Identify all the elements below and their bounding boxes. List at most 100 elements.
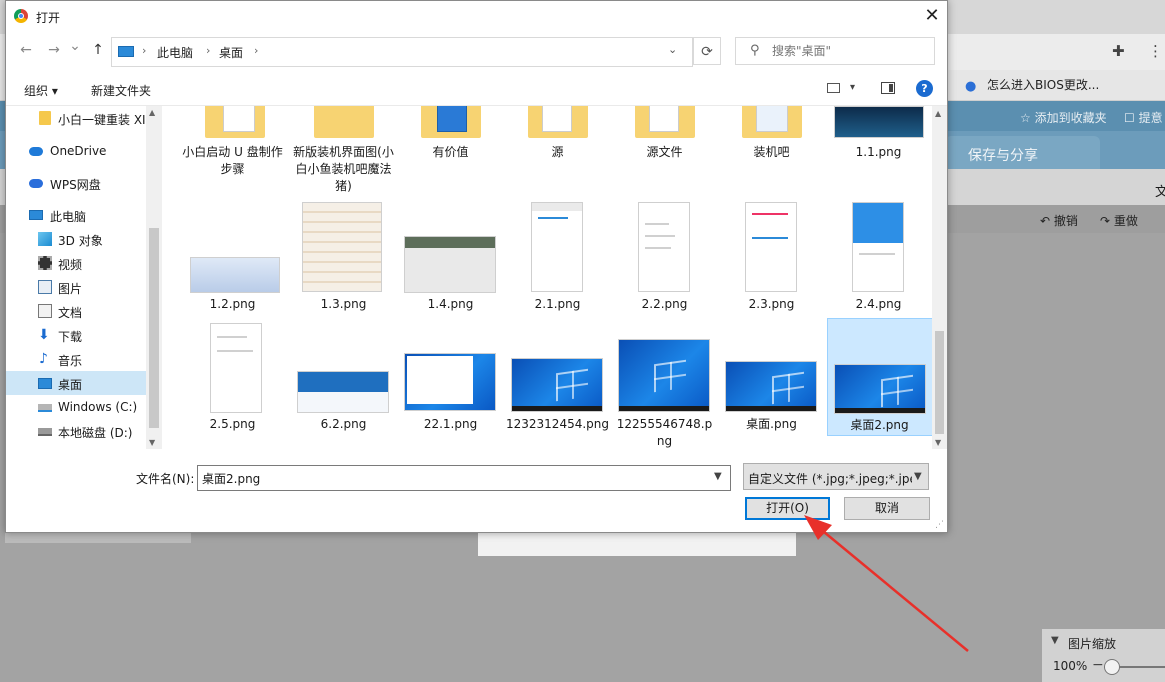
documents-icon [38, 304, 52, 318]
filename-label: 文件名(N): [136, 472, 195, 486]
filename-combobox[interactable]: ▼ [197, 465, 731, 491]
scrollbar-thumb[interactable] [149, 228, 159, 428]
undo-button[interactable]: ↶ 撤销 [1040, 212, 1078, 229]
open-button[interactable]: 打开(O) [745, 497, 830, 520]
redo-button[interactable]: ↷ 重做 [1100, 212, 1138, 229]
image-tile[interactable]: 2.3.png [720, 202, 823, 317]
sidebar-item-downloads[interactable]: ⬇ 下载 [6, 323, 146, 347]
cancel-button[interactable]: 取消 [844, 497, 930, 520]
image-thumbnail [834, 106, 924, 138]
close-button[interactable]: ✕ [920, 5, 944, 27]
image-thumbnail [190, 257, 280, 293]
bookmark-item[interactable]: ● 怎么进入BIOS更改... [965, 76, 1099, 94]
cloud-icon [29, 147, 43, 156]
sidebar-item-this-pc[interactable]: 此电脑 [6, 203, 146, 227]
folder-icon [635, 106, 695, 138]
folder-tile[interactable]: 源 [506, 106, 609, 166]
folder-tile[interactable]: 有价值 [399, 106, 502, 166]
breadcrumb-this-pc[interactable]: 此电脑 [157, 44, 193, 61]
address-dropdown-icon[interactable]: ⌄ [668, 43, 677, 56]
zoom-panel: ▼ 图片缩放 100% − [1042, 629, 1165, 682]
zoom-slider-handle[interactable] [1104, 659, 1120, 675]
filename-dropdown-icon[interactable]: ▼ [714, 471, 722, 482]
search-input[interactable] [772, 42, 922, 60]
feedback-button[interactable]: ☐ 提意 [1124, 109, 1163, 126]
search-icon: ⚲ [750, 43, 760, 58]
navigation-scrollbar[interactable]: ▲ ▼ [146, 106, 162, 449]
breadcrumb-separator[interactable]: › [142, 44, 146, 57]
image-tile[interactable]: 1.1.png [827, 106, 930, 166]
scroll-up-icon[interactable]: ▲ [935, 109, 941, 118]
forward-button[interactable]: → [45, 42, 63, 58]
image-tile[interactable]: 12255546748.png [613, 320, 716, 448]
image-tile[interactable]: 22.1.png [399, 320, 502, 435]
new-folder-button[interactable]: 新建文件夹 [91, 82, 151, 99]
sidebar-item-3d[interactable]: 3D 对象 [6, 227, 146, 251]
back-button[interactable]: ← [17, 42, 35, 58]
organize-button[interactable]: 组织 ▾ [24, 82, 58, 99]
zoom-out-button[interactable]: − [1092, 657, 1104, 673]
image-tile[interactable]: 桌面.png [720, 320, 823, 435]
command-bar: 组织 ▾ 新建文件夹 ▾ ? [6, 73, 947, 106]
image-tile[interactable]: 6.2.png [292, 320, 395, 435]
sidebar-item-music[interactable]: ♪ 音乐 [6, 347, 146, 371]
folder-icon [314, 106, 374, 138]
collapse-icon[interactable]: ▼ [1051, 635, 1059, 646]
sidebar-item-documents[interactable]: 文档 [6, 299, 146, 323]
refresh-button[interactable]: ⟳ [693, 37, 721, 65]
breadcrumb-separator[interactable]: › [206, 44, 210, 57]
image-thumbnail [297, 371, 389, 413]
folder-tile[interactable]: 新版装机界面图(小白小鱼装机吧魔法猪) [292, 106, 395, 196]
image-thumbnail [745, 202, 797, 292]
folder-tile[interactable]: 小白启动 U 盘制作步骤 [181, 106, 284, 186]
search-box[interactable]: ⚲ [735, 37, 935, 65]
resize-grip[interactable]: ⋰ [935, 520, 944, 530]
scroll-up-icon[interactable]: ▲ [149, 108, 155, 117]
view-dropdown-icon[interactable]: ▾ [850, 82, 855, 93]
up-button[interactable]: ↑ [89, 42, 107, 58]
image-tile[interactable]: 1.4.png [399, 202, 502, 317]
image-tile[interactable]: 2.5.png [181, 320, 284, 435]
add-favorite-button[interactable]: ☆ 添加到收藏夹 [1020, 109, 1107, 126]
filetype-select[interactable]: 自定义文件 (*.jpg;*.jpeg;*.jpe; ▼ [743, 463, 929, 490]
tab-save-share[interactable]: 保存与分享 [945, 136, 1100, 169]
image-tile[interactable]: 1.2.png [181, 202, 284, 317]
preview-pane-icon[interactable] [881, 82, 895, 94]
filename-input[interactable] [202, 469, 702, 487]
image-tile[interactable]: 2.4.png [827, 202, 930, 317]
menu-icon[interactable]: ⋮ [1148, 42, 1163, 60]
view-icon[interactable] [827, 83, 840, 93]
recent-locations-button[interactable]: ⌄ [66, 38, 84, 54]
text-tool[interactable]: 文 [1155, 181, 1165, 200]
scrollbar-thumb[interactable] [935, 331, 944, 434]
sidebar-item-wps[interactable]: WPS网盘 [6, 171, 146, 195]
image-tile[interactable]: 1232312454.png [506, 320, 609, 435]
sidebar-item-pictures[interactable]: 图片 [6, 275, 146, 299]
sidebar-item-onedrive[interactable]: OneDrive [6, 139, 146, 163]
address-bar[interactable]: › 此电脑 › 桌面 › ⌄ [111, 37, 693, 67]
sidebar-item-xiaobai[interactable]: 小白一键重装 XI [6, 106, 146, 130]
sidebar-item-drive-d[interactable]: 本地磁盘 (D:) [6, 419, 146, 443]
sidebar-item-drive-c[interactable]: Windows (C:) [6, 395, 146, 419]
breadcrumb-separator[interactable]: › [254, 44, 258, 57]
sidebar-item-desktop[interactable]: 桌面 [6, 371, 146, 395]
image-thumbnail [618, 339, 710, 412]
filetype-dropdown-icon[interactable]: ▼ [914, 471, 922, 482]
breadcrumb-desktop[interactable]: 桌面 [219, 44, 243, 61]
image-tile[interactable]: 1.3.png [292, 202, 395, 317]
folder-tile[interactable]: 源文件 [613, 106, 716, 166]
dialog-title: 打开 [36, 11, 61, 25]
image-tile[interactable]: 2.2.png [613, 202, 716, 317]
file-list-scrollbar[interactable]: ▲ ▼ [932, 106, 947, 449]
image-tile[interactable]: 2.1.png [506, 202, 609, 317]
sidebar-item-video[interactable]: 视频 [6, 251, 146, 275]
help-icon[interactable]: ? [916, 80, 933, 97]
scroll-down-icon[interactable]: ▼ [149, 438, 155, 447]
scroll-down-icon[interactable]: ▼ [935, 438, 941, 447]
image-thumbnail [834, 364, 926, 414]
paw-icon: ● [965, 79, 977, 94]
extension-icon[interactable]: ✚ [1112, 42, 1125, 60]
image-tile-selected[interactable]: 桌面2.png [827, 318, 932, 436]
folder-tile[interactable]: 装机吧 [720, 106, 823, 166]
zoom-value: 100% [1053, 659, 1088, 673]
